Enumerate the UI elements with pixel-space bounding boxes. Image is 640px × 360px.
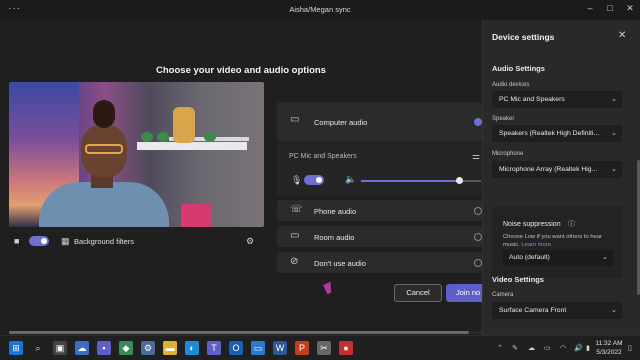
task-view-icon[interactable]: ▣ — [53, 341, 67, 355]
device-settings-panel: Device settings ✕ Audio Settings Audio d… — [482, 20, 640, 335]
audio-devices-label: Audio devices — [492, 82, 530, 88]
close-window-button[interactable]: ✕ — [623, 3, 637, 14]
settings-app-icon[interactable]: ⚙ — [141, 341, 155, 355]
display-icon[interactable]: ▭ — [544, 344, 551, 352]
join-now-button[interactable]: Join no — [446, 284, 482, 302]
maps-icon[interactable]: ◆ — [119, 341, 133, 355]
camera-dropdown[interactable]: Surface Camera Front ⌄ — [492, 302, 622, 319]
dont-use-audio-radio[interactable] — [474, 259, 482, 267]
cloud-icon[interactable]: ☁ — [75, 341, 89, 355]
noise-suppression-description: Choose Low if you want others to hear mu… — [503, 233, 618, 249]
computer-audio-settings: PC Mic and Speakers ⚌ 🎙 🔈 — [277, 143, 482, 195]
maximize-button[interactable]: □ — [603, 3, 617, 13]
chevron-down-icon: ⌄ — [611, 130, 617, 137]
microphone-label: Microphone — [492, 151, 524, 157]
camera-toggle[interactable] — [29, 236, 49, 246]
cancel-button[interactable]: Cancel — [394, 284, 442, 302]
clock-time: 11:32 AM — [595, 340, 623, 347]
windows-start-icon[interactable]: ⊞ — [9, 341, 23, 355]
noise-suppression-value: Auto (default) — [509, 254, 550, 261]
learn-more-link[interactable]: Learn more — [521, 242, 551, 248]
speaker-label: Speaker — [492, 116, 515, 122]
audio-devices-value: PC Mic and Speakers — [499, 96, 565, 103]
camera-value: Surface Camera Front — [499, 307, 567, 314]
phone-audio-label: Phone audio — [314, 207, 357, 216]
word-icon[interactable]: W — [273, 341, 287, 355]
room-audio-option[interactable]: ▭ Room audio — [277, 226, 482, 247]
audio-settings-icon[interactable]: ⚌ — [472, 151, 480, 162]
speaker-volume-icon: 🔈 — [345, 174, 357, 184]
powerpoint-icon[interactable]: P — [295, 341, 309, 355]
monitor-icon: ▭ — [290, 114, 300, 125]
taskbar: ⊞ ⌕ ▣ ☁ ▪ ◆ ⚙ ▬ ◐ T O ▭ W P ✂ ● ⌃ ✎ ☁ ▭ … — [0, 335, 640, 360]
battery-icon[interactable]: ▮ — [586, 344, 590, 352]
chevron-down-icon: ⌄ — [602, 254, 608, 261]
teams-chat-icon[interactable]: ▪ — [97, 341, 111, 355]
file-explorer-icon[interactable]: ▬ — [163, 341, 177, 355]
window-title: Aisha/Megan sync — [289, 5, 351, 14]
background-filters-icon: ▦ — [61, 236, 70, 246]
whiteboard-icon[interactable]: ▭ — [251, 341, 265, 355]
chevron-down-icon: ⌄ — [611, 96, 617, 103]
noise-suppression-title: Noise suppression — [503, 221, 561, 228]
chevron-down-icon: ⌄ — [611, 307, 617, 314]
pen-icon[interactable]: ✎ — [512, 344, 518, 352]
onedrive-icon[interactable]: ☁ — [528, 344, 535, 352]
speaker-dropdown[interactable]: Speakers (Realtek High Definiti... ⌄ — [492, 125, 622, 142]
horizontal-scrollbar[interactable] — [9, 331, 482, 334]
no-audio-icon: ⊘ — [290, 256, 299, 267]
room-audio-radio[interactable] — [474, 233, 482, 241]
audio-settings-heading: Audio Settings — [492, 64, 545, 73]
dont-use-audio-option[interactable]: ⊘ Don't use audio — [277, 252, 482, 273]
audio-device-name: PC Mic and Speakers — [289, 153, 357, 160]
video-preview — [9, 82, 264, 227]
noise-suppression-dropdown[interactable]: Auto (default) ⌄ — [503, 250, 613, 266]
scrollbar-thumb[interactable] — [9, 331, 469, 334]
phone-icon: ☏ — [290, 204, 303, 215]
microphone-value: Microphone Array (Realtek Hig... — [499, 166, 598, 173]
video-settings-heading: Video Settings — [492, 275, 544, 284]
clock[interactable]: 11:32 AM 5/3/2022 — [592, 339, 626, 357]
phone-audio-option[interactable]: ☏ Phone audio — [277, 200, 482, 221]
speaker-value: Speakers (Realtek High Definiti... — [499, 130, 600, 137]
snipping-tool-icon[interactable]: ✂ — [317, 341, 331, 355]
noise-suppression-card: Noise suppression ⓘ Choose Low if you wa… — [492, 206, 623, 278]
media-app-icon[interactable]: ● — [339, 341, 353, 355]
chevron-down-icon: ⌄ — [611, 166, 617, 173]
microphone-dropdown[interactable]: Microphone Array (Realtek Hig... ⌄ — [492, 161, 622, 178]
page-title: Choose your video and audio options — [156, 65, 326, 76]
computer-audio-label: Computer audio — [314, 118, 368, 127]
outlook-icon[interactable]: O — [229, 341, 243, 355]
close-icon[interactable]: ✕ — [618, 30, 626, 41]
computer-audio-radio[interactable] — [474, 118, 482, 126]
computer-audio-option[interactable]: ▭ Computer audio — [277, 102, 482, 142]
notifications-icon[interactable]: ▯ — [628, 344, 632, 352]
background-filters-button[interactable]: Background filters — [74, 237, 134, 246]
clock-date: 5/3/2022 — [596, 349, 622, 356]
teams-icon[interactable]: T — [207, 341, 221, 355]
room-audio-label: Room audio — [314, 233, 355, 242]
camera-icon: ■ — [14, 236, 20, 246]
camera-label: Camera — [492, 292, 514, 298]
microphone-toggle[interactable] — [304, 175, 324, 185]
dont-use-audio-label: Don't use audio — [314, 259, 366, 268]
phone-audio-radio[interactable] — [474, 207, 482, 215]
microphone-icon: 🎙 — [291, 175, 303, 185]
audio-devices-dropdown[interactable]: PC Mic and Speakers ⌄ — [492, 91, 622, 108]
room-device-icon: ▭ — [290, 230, 300, 241]
noise-suppression-text: Choose Low if you want others to hear mu… — [503, 234, 602, 248]
video-controls: ■ ▦ Background filters ⚙ — [9, 230, 264, 252]
gear-icon[interactable]: ⚙ — [246, 236, 254, 247]
volume-slider-handle[interactable] — [456, 177, 464, 184]
wifi-icon[interactable]: ◠ — [560, 344, 566, 352]
minimize-button[interactable]: – — [583, 3, 597, 13]
panel-title: Device settings — [492, 32, 555, 42]
volume-icon[interactable]: 🔊 — [574, 344, 583, 352]
search-icon[interactable]: ⌕ — [31, 341, 45, 355]
edge-browser-icon[interactable]: ◐ — [185, 341, 199, 355]
chevron-up-icon[interactable]: ⌃ — [497, 344, 503, 352]
title-bar: ··· Aisha/Megan sync – □ ✕ — [0, 0, 640, 20]
info-icon[interactable]: ⓘ — [568, 219, 575, 229]
